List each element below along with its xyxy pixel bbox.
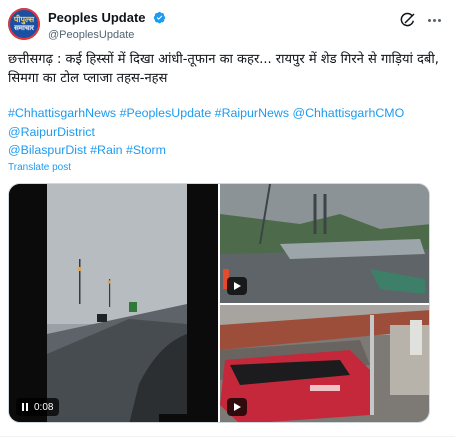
verified-badge-icon	[153, 12, 166, 24]
video-thumbnail-1[interactable]: 0:08	[9, 184, 218, 422]
mention-chhattisgarhcmo[interactable]: @ChhattisgarhCMO	[293, 106, 405, 120]
video-1-scene	[9, 184, 218, 422]
grok-icon[interactable]	[399, 11, 417, 29]
media-grid: 0:08	[8, 183, 430, 423]
hashtag-block: #ChhattisgarhNews #PeoplesUpdate #Raipur…	[8, 104, 448, 160]
video-2-scene	[220, 184, 429, 303]
play-icon[interactable]	[233, 282, 241, 290]
author-block: Peoples Update @PeoplesUpdate	[48, 9, 166, 41]
tweet-header: पीपुल्स समाचार Peoples Update @PeoplesUp…	[8, 8, 447, 44]
avatar-ring	[8, 8, 40, 40]
video-1-duration: 0:08	[34, 401, 54, 413]
video-2-play[interactable]	[227, 277, 247, 295]
video-thumbnail-3[interactable]	[220, 305, 429, 422]
user-handle[interactable]: @PeoplesUpdate	[48, 29, 166, 41]
hashtag-raipurnews[interactable]: #RaipurNews	[215, 106, 289, 120]
hashtag-storm[interactable]: #Storm	[126, 143, 166, 157]
tweet-card: पीपुल्स समाचार Peoples Update @PeoplesUp…	[0, 0, 455, 437]
mention-bilaspurdist[interactable]: @BilaspurDist	[8, 143, 87, 157]
video-3-play[interactable]	[227, 398, 247, 416]
hashtag-peoplesupdate[interactable]: #PeoplesUpdate	[120, 106, 212, 120]
avatar[interactable]: पीपुल्स समाचार	[8, 8, 40, 40]
video-3-scene	[220, 305, 429, 422]
mention-raipurdistrict[interactable]: @RaipurDistrict	[8, 125, 95, 139]
display-name[interactable]: Peoples Update	[48, 10, 146, 25]
hashtag-chhattisgarhnews[interactable]: #ChhattisgarhNews	[8, 106, 116, 120]
tweet-text: छत्तीसगढ़ : कई हिस्सों में दिखा आंधी-तूफ…	[8, 52, 439, 86]
translate-post-link[interactable]: Translate post	[8, 162, 71, 173]
play-icon[interactable]	[233, 403, 241, 411]
more-icon[interactable]	[425, 11, 443, 29]
video-1-controls[interactable]: 0:08	[16, 398, 60, 416]
pause-icon[interactable]	[22, 403, 28, 411]
hashtag-rain[interactable]: #Rain	[90, 143, 122, 157]
video-thumbnail-2[interactable]	[220, 184, 429, 303]
